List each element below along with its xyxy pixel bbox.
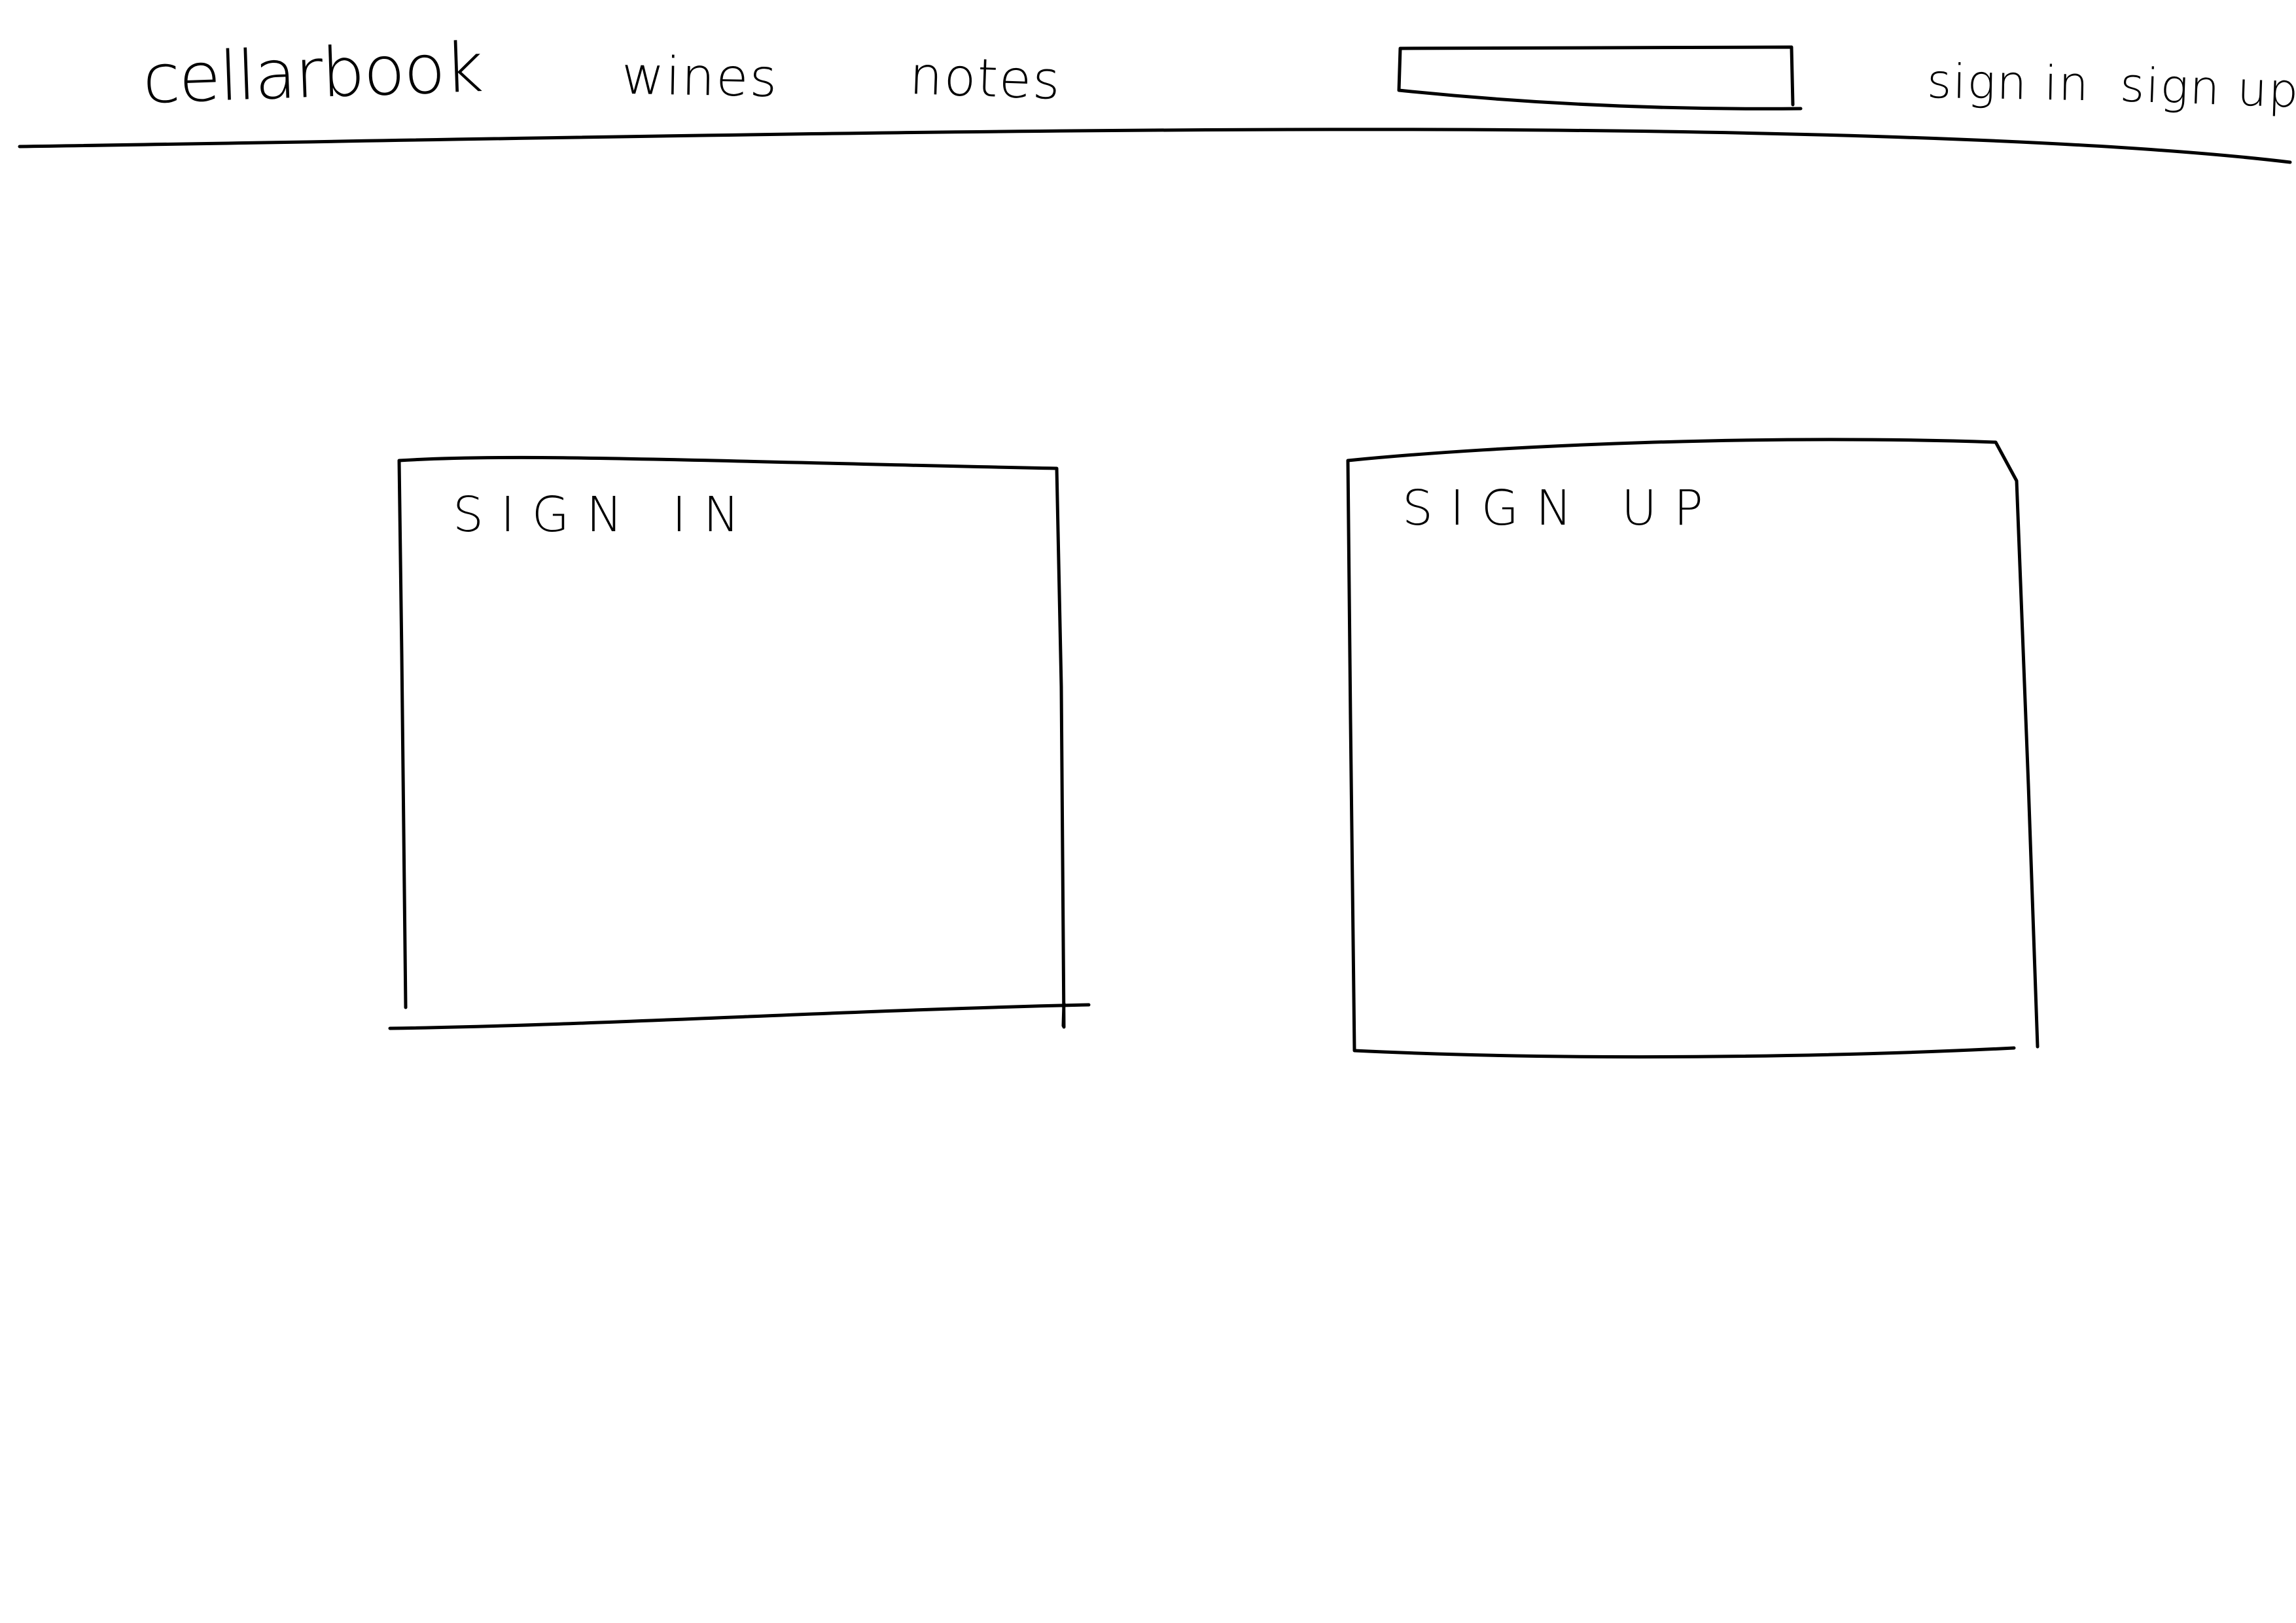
header-signup-link[interactable]: sign up [2119,57,2296,118]
brand-logo[interactable]: cellarbook [141,27,484,119]
nav-link-wines[interactable]: wines [621,45,779,109]
search-input[interactable] [1399,46,1798,111]
signup-panel: SIGN UP [1345,438,2045,1060]
nav-link-notes[interactable]: notes [908,45,1062,111]
header-divider [18,128,2292,164]
signup-panel-title: SIGN UP [1402,480,1720,536]
signin-panel: SIGN IN [398,458,1065,1034]
header-signin-link[interactable]: sign in [1926,54,2090,111]
signin-panel-title: SIGN IN [453,487,757,543]
